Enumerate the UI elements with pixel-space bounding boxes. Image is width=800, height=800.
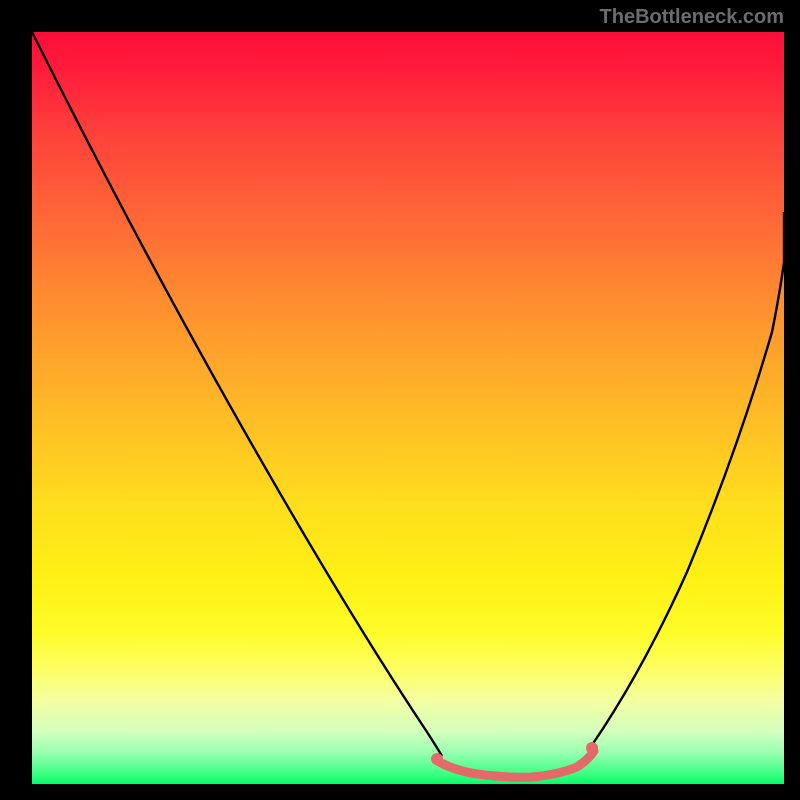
bottleneck-curve — [32, 32, 784, 784]
curve-right-arm — [592, 212, 784, 745]
plot-area — [32, 32, 784, 784]
watermark-text: TheBottleneck.com — [600, 6, 784, 29]
chart-frame: TheBottleneck.com — [0, 0, 800, 800]
curve-left-arm — [32, 32, 442, 756]
curve-valley-floor — [436, 751, 594, 777]
valley-dot-left — [431, 753, 443, 765]
valley-dot-right — [586, 742, 598, 754]
